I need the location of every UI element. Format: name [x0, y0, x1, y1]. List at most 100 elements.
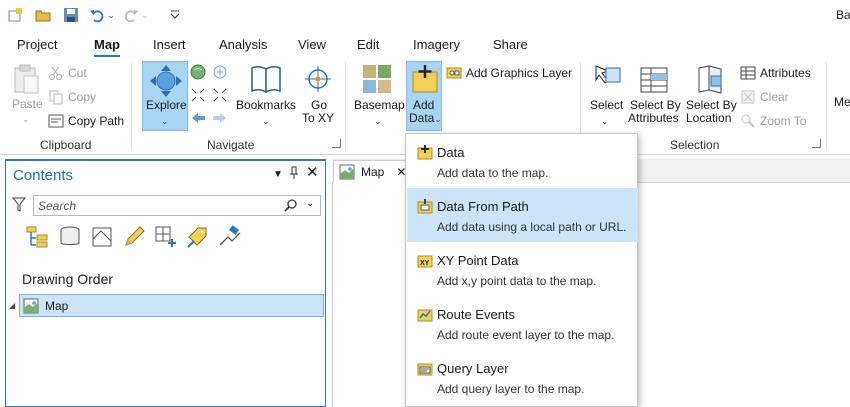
menu-item-route-events[interactable]: Route Events Add route event layer to th… — [407, 296, 638, 350]
add-data-item-icon — [417, 144, 433, 160]
list-by-perspective-imagery-icon[interactable] — [218, 225, 242, 249]
add-data-button[interactable]: Add Data⌄ — [406, 61, 442, 131]
zoom-out-arrows-icon[interactable] — [190, 87, 206, 103]
tab-insert[interactable]: Insert — [153, 37, 186, 52]
basemap-button[interactable]: Basemap ⌄ — [352, 62, 405, 128]
navigate-group-label: Navigate — [207, 138, 255, 152]
fixed-zoom-in-icon[interactable] — [212, 64, 228, 80]
search-options-icon[interactable]: ⌄ — [306, 198, 314, 209]
next-extent-icon — [212, 110, 228, 126]
menu-item-xy-point-data[interactable]: XY XY Point Data Add x,y point data to t… — [407, 242, 638, 296]
select-icon — [595, 65, 621, 84]
selection-launcher-icon[interactable] — [812, 139, 821, 148]
add-graphics-layer-button[interactable]: Add Graphics Layer — [446, 63, 572, 83]
copy-path-button[interactable]: Copy Path — [48, 111, 124, 131]
query-layer-icon — [417, 360, 433, 376]
tab-share[interactable]: Share — [493, 37, 528, 52]
full-extent-icon[interactable] — [190, 64, 206, 80]
zoom-to-label: Zoom To — [760, 114, 807, 128]
clear-selection-button: Clear — [740, 87, 789, 107]
graphics-layer-icon — [446, 65, 462, 81]
new-project-icon[interactable] — [6, 6, 24, 24]
list-by-selection-icon[interactable] — [90, 225, 114, 249]
menu-item-desc: Add x,y point data to the map. — [437, 274, 597, 288]
search-input[interactable] — [34, 196, 274, 215]
zoom-to-selection-icon — [740, 113, 756, 129]
save-project-icon[interactable] — [62, 6, 80, 24]
customize-toolbar-icon[interactable] — [166, 6, 184, 24]
search-box[interactable]: ⌄ — [33, 195, 321, 216]
tab-map[interactable]: Map — [94, 37, 120, 57]
select-by-attributes-icon — [640, 67, 668, 93]
drawing-order-heading: Drawing Order — [22, 271, 114, 287]
window-title: Ba — [836, 8, 850, 22]
list-by-data-source-icon[interactable] — [58, 225, 82, 249]
clear-label: Clear — [760, 90, 789, 104]
bookmarks-button[interactable]: Bookmarks ⌄ — [236, 62, 296, 128]
explore-button[interactable]: Explore ⌄ — [142, 61, 188, 131]
copy-path-label: Copy Path — [68, 114, 125, 128]
explore-label: Explore — [146, 98, 187, 112]
undo-dropdown-icon[interactable]: ⌄ — [106, 6, 116, 24]
tab-analysis[interactable]: Analysis — [219, 37, 267, 52]
group-separator — [345, 62, 346, 150]
copy-icon — [48, 89, 64, 105]
map-icon — [23, 298, 39, 314]
open-project-icon[interactable] — [34, 6, 52, 24]
select-by-location-icon — [698, 65, 722, 94]
menu-item-desc: Add query layer to the map. — [437, 382, 585, 396]
basemap-dropdown-icon: ⌄ — [374, 116, 382, 126]
tab-project[interactable]: Project — [17, 37, 57, 52]
map-item-label: Map — [45, 298, 69, 313]
overflow-ribbon-label[interactable]: Me — [834, 95, 850, 109]
select-by-attributes-button[interactable]: Select By Attributes — [628, 62, 682, 128]
list-by-editing-icon[interactable] — [122, 225, 146, 249]
redo-icon — [122, 6, 140, 24]
paste-button: Paste ⌄ — [8, 62, 44, 124]
select-by-location-button[interactable]: Select By Location — [686, 62, 737, 128]
pin-icon[interactable] — [289, 166, 299, 183]
map-tree-item[interactable]: Map — [19, 294, 324, 317]
add-data-label-2: Data⌄ — [409, 111, 442, 125]
tab-imagery[interactable]: Imagery — [413, 37, 460, 52]
paste-icon — [14, 64, 39, 94]
close-pane-icon[interactable]: ✕ — [306, 165, 319, 180]
map-view-tab[interactable]: Map ✕ — [333, 160, 407, 183]
menu-item-data[interactable]: Data Add data to the map. — [407, 134, 638, 188]
list-by-labeling-icon[interactable] — [186, 225, 210, 249]
select-dropdown-icon: ⌄ — [601, 116, 609, 126]
expand-map-icon[interactable]: ◢ — [9, 301, 15, 310]
zoom-in-arrows-icon[interactable] — [212, 87, 228, 103]
pane-options-icon[interactable]: ▼ — [273, 169, 283, 180]
group-separator — [131, 62, 132, 150]
menu-item-title: Data — [437, 145, 465, 160]
add-data-icon — [412, 65, 438, 93]
navigate-launcher-icon[interactable] — [332, 139, 341, 148]
attributes-label: Attributes — [760, 66, 811, 80]
filter-icon[interactable] — [11, 197, 27, 216]
redo-dropdown-icon: ⌄ — [141, 9, 149, 20]
search-icon[interactable] — [284, 199, 297, 215]
cut-label: Cut — [68, 66, 87, 80]
copy-path-icon — [48, 113, 64, 129]
menu-item-title: Data From Path — [437, 199, 529, 214]
contents-pane: Contents ▼ ✕ ⌄ Drawing Order ◢ — [5, 159, 326, 407]
go-to-xy-button[interactable]: Go To XY — [302, 62, 334, 128]
copy-button: Copy — [48, 87, 96, 107]
undo-icon[interactable] — [88, 6, 106, 24]
list-by-snapping-icon[interactable] — [154, 225, 178, 249]
menu-item-desc: Add data using a local path or URL. — [437, 220, 627, 234]
menu-item-title: Route Events — [437, 307, 516, 322]
menu-item-query-layer[interactable]: Query Layer Add query layer to the map. — [407, 350, 638, 404]
attributes-button[interactable]: Attributes — [740, 63, 811, 83]
previous-extent-icon[interactable] — [190, 110, 206, 126]
bookmarks-icon — [251, 65, 281, 94]
tab-view[interactable]: View — [298, 37, 326, 52]
tab-edit[interactable]: Edit — [357, 37, 379, 52]
contents-title: Contents — [13, 167, 74, 184]
select-button[interactable]: Select ⌄ — [588, 62, 626, 128]
basemap-icon — [363, 65, 391, 93]
selection-group-label: Selection — [670, 138, 720, 152]
list-by-drawing-order-icon[interactable] — [25, 225, 49, 249]
menu-item-data-from-path[interactable]: Data From Path Add data using a local pa… — [407, 188, 638, 242]
